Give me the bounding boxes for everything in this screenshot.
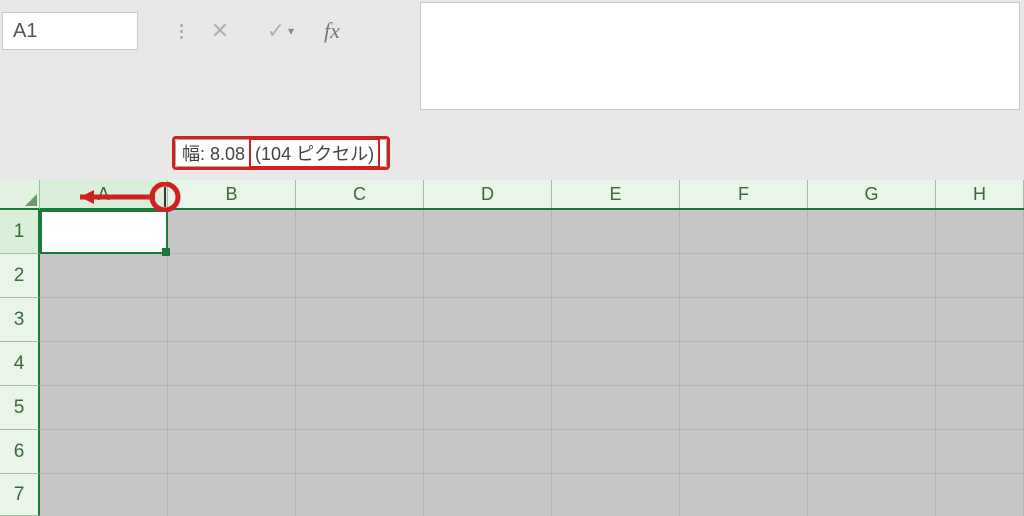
column-header-E[interactable]: E [552,180,680,208]
cell-E5[interactable] [552,386,680,430]
cell-B1[interactable] [168,210,296,254]
cell-G5[interactable] [808,386,936,430]
cell-B2[interactable] [168,254,296,298]
cell-D2[interactable] [424,254,552,298]
column-header-D[interactable]: D [424,180,552,208]
check-icon: ✓ [267,18,285,44]
column-header-H[interactable]: H [936,180,1024,208]
cancel-icon: ✕ [211,18,229,44]
cell-D6[interactable] [424,430,552,474]
enter-button[interactable]: ✓ [261,16,291,46]
cancel-button[interactable]: ✕ [205,16,235,46]
column-width-tooltip: 幅: 8.08 (104 ピクセル) [172,136,390,170]
cell-A3[interactable] [40,298,168,342]
cell-F1[interactable] [680,210,808,254]
cell-H3[interactable] [936,298,1024,342]
cell-A1[interactable] [40,210,168,254]
cell-G6[interactable] [808,430,936,474]
cell-G7[interactable] [808,474,936,516]
column-headers: A B C D E F G H [40,180,1024,210]
cell-D3[interactable] [424,298,552,342]
cell-A7[interactable] [40,474,168,516]
cell-C2[interactable] [296,254,424,298]
cell-G4[interactable] [808,342,936,386]
cell-F3[interactable] [680,298,808,342]
cell-G1[interactable] [808,210,936,254]
cell-B6[interactable] [168,430,296,474]
cell-D5[interactable] [424,386,552,430]
cell-E2[interactable] [552,254,680,298]
cell-A2[interactable] [40,254,168,298]
insert-function-button[interactable]: fx [317,16,347,46]
name-box[interactable]: ▾ [2,12,138,50]
column-header-A[interactable]: A [40,180,168,208]
cell-B4[interactable] [168,342,296,386]
cell-E1[interactable] [552,210,680,254]
cell-F6[interactable] [680,430,808,474]
cell-H6[interactable] [936,430,1024,474]
cell-G2[interactable] [808,254,936,298]
tooltip-pixel-highlight: (104 ピクセル) [249,138,380,168]
formula-bar-region: ▾ ✕ ✓ fx 幅: 8.08 (104 ピクセル) [0,0,1024,180]
separator-dots-icon [174,12,188,50]
cell-E7[interactable] [552,474,680,516]
cell-A4[interactable] [40,342,168,386]
column-header-F[interactable]: F [680,180,808,208]
row-header-3[interactable]: 3 [0,298,40,342]
row-headers: 1 2 3 4 5 6 7 [0,210,40,516]
column-header-B[interactable]: B [168,180,296,208]
cell-H5[interactable] [936,386,1024,430]
spreadsheet-grid[interactable]: A B C D E F G H 1 2 3 4 5 6 7 [0,180,1024,516]
cell-C7[interactable] [296,474,424,516]
cell-H2[interactable] [936,254,1024,298]
row-header-6[interactable]: 6 [0,430,40,474]
column-header-G[interactable]: G [808,180,936,208]
cell-F4[interactable] [680,342,808,386]
cell-G3[interactable] [808,298,936,342]
cell-C3[interactable] [296,298,424,342]
cell-C4[interactable] [296,342,424,386]
cell-H4[interactable] [936,342,1024,386]
cell-H7[interactable] [936,474,1024,516]
fx-icon: fx [324,18,340,44]
cell-F5[interactable] [680,386,808,430]
cell-B3[interactable] [168,298,296,342]
row-header-4[interactable]: 4 [0,342,40,386]
row-header-7[interactable]: 7 [0,474,40,516]
cell-A6[interactable] [40,430,168,474]
row-header-2[interactable]: 2 [0,254,40,298]
cell-C5[interactable] [296,386,424,430]
column-header-C[interactable]: C [296,180,424,208]
cell-C6[interactable] [296,430,424,474]
cell-F2[interactable] [680,254,808,298]
cell-D1[interactable] [424,210,552,254]
cell-E4[interactable] [552,342,680,386]
cell-D7[interactable] [424,474,552,516]
tooltip-width-label: 幅: 8.08 [182,140,245,166]
cell-E6[interactable] [552,430,680,474]
formula-input[interactable] [420,2,1020,110]
cell-F7[interactable] [680,474,808,516]
cell-E3[interactable] [552,298,680,342]
cell-A5[interactable] [40,386,168,430]
cells-area[interactable] [40,210,1024,516]
select-all-triangle-icon [23,192,39,208]
cell-D4[interactable] [424,342,552,386]
cell-B7[interactable] [168,474,296,516]
cell-H1[interactable] [936,210,1024,254]
cell-C1[interactable] [296,210,424,254]
cell-B5[interactable] [168,386,296,430]
row-header-1[interactable]: 1 [0,210,40,254]
select-all-corner[interactable] [0,180,40,210]
row-header-5[interactable]: 5 [0,386,40,430]
